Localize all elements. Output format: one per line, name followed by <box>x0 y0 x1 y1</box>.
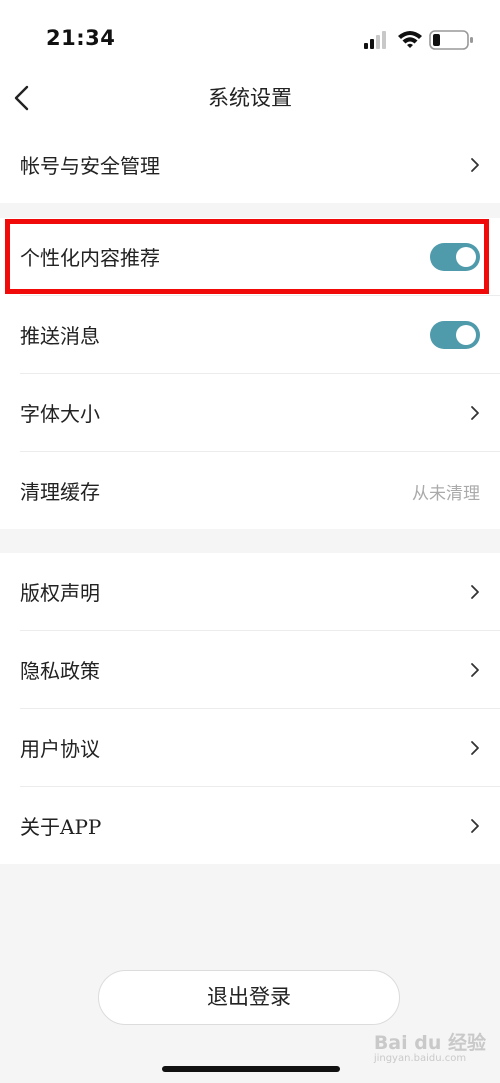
chevron-right-icon <box>471 741 479 755</box>
status-icons <box>364 30 473 50</box>
chevron-right-icon <box>471 663 479 677</box>
settings-row[interactable]: 帐号与安全管理 <box>20 126 500 203</box>
chevron-right-icon <box>471 158 479 172</box>
cellular-signal-icon <box>364 31 386 49</box>
settings-row-label: 字体大小 <box>20 402 100 426</box>
status-time: 21:34 <box>46 26 116 50</box>
settings-row-label: 关于APP <box>20 815 102 839</box>
battery-icon <box>429 30 473 50</box>
toggle-switch[interactable] <box>430 321 480 349</box>
settings-row-label: 用户协议 <box>20 737 100 761</box>
settings-row-label: 清理缓存 <box>20 480 100 504</box>
toggle-knob <box>456 325 476 345</box>
settings-row[interactable]: 版权声明 <box>20 553 500 631</box>
settings-row[interactable]: 隐私政策 <box>20 631 500 709</box>
chevron-right-icon <box>471 585 479 599</box>
settings-row-label: 个性化内容推荐 <box>20 246 160 270</box>
chevron-right-icon <box>471 819 479 833</box>
baidu-watermark: Bai du 经验 jingyan.baidu.com <box>374 1028 486 1064</box>
settings-row-label: 推送消息 <box>20 324 100 348</box>
settings-row-label: 帐号与安全管理 <box>20 154 160 178</box>
settings-row-label: 隐私政策 <box>20 659 100 683</box>
page-title: 系统设置 <box>208 86 292 110</box>
settings-group-1: 帐号与安全管理 <box>0 126 500 203</box>
home-indicator <box>162 1066 340 1072</box>
watermark-text: Bai du 经验 <box>373 1032 486 1054</box>
settings-row-label: 版权声明 <box>20 581 100 605</box>
watermark-subtext: jingyan.baidu.com <box>373 1053 467 1064</box>
settings-row-value: 从未清理 <box>412 484 480 504</box>
toggle-switch[interactable] <box>430 243 480 271</box>
settings-row[interactable]: 推送消息 <box>20 296 500 374</box>
settings-row[interactable]: 个性化内容推荐 <box>20 218 500 296</box>
logout-button[interactable]: 退出登录 <box>98 970 400 1025</box>
chevron-right-icon <box>471 406 479 420</box>
settings-row[interactable]: 清理缓存 从未清理 <box>20 452 500 529</box>
wifi-icon <box>398 31 422 48</box>
settings-row[interactable]: 字体大小 <box>20 374 500 452</box>
settings-row[interactable]: 用户协议 <box>20 709 500 787</box>
settings-group-3: 版权声明隐私政策用户协议关于APP <box>0 553 500 864</box>
settings-group-2: 个性化内容推荐 推送消息字体大小清理缓存 从未清理 <box>0 218 500 529</box>
toggle-knob <box>456 247 476 267</box>
settings-row[interactable]: 关于APP <box>20 787 500 864</box>
nav-bar: 系统设置 <box>0 70 500 127</box>
